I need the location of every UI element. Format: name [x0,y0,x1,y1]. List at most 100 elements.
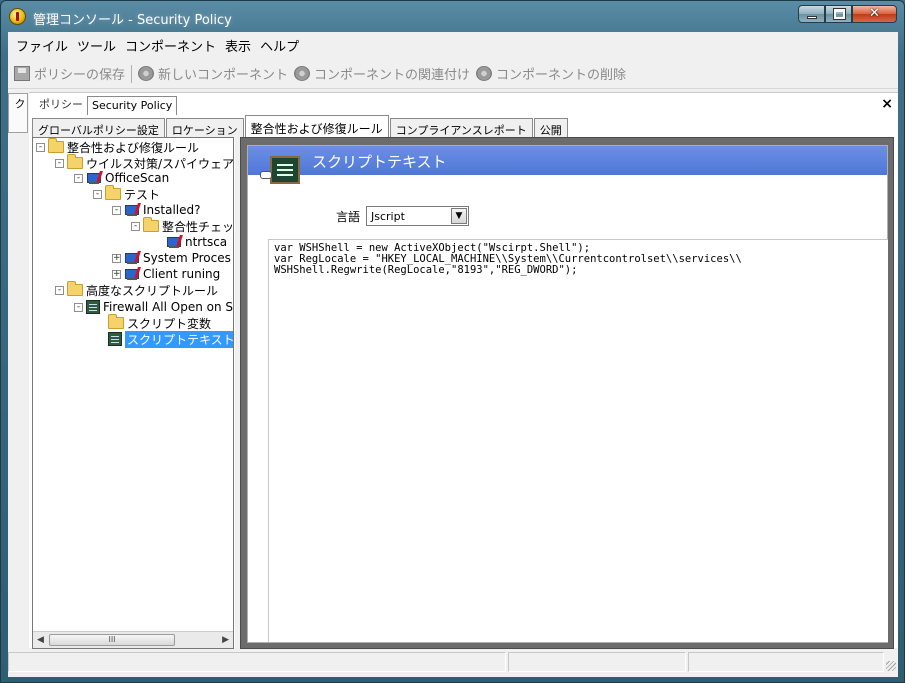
tree-item[interactable]: - 整合性および修復ルール [36,138,200,155]
menu-file[interactable]: ファイル [12,32,73,56]
script-editor[interactable]: var WSHShell = new ActiveXObject("Wscirp… [268,239,888,642]
tree-item[interactable]: + Client runing [112,266,220,282]
tree-item-label: System Proces [143,251,231,265]
document-tab-security-policy[interactable]: Security Policy [87,96,178,115]
status-bar [8,652,898,674]
scroll-left-icon[interactable]: ◀ [37,635,44,645]
collapse-icon[interactable]: - [36,142,45,152]
title-bar[interactable]: 管理コンソール - Security Policy ✕ [1,1,904,33]
expand-icon[interactable]: + [112,269,121,279]
resize-grip-icon[interactable] [886,661,896,671]
tree-item-label: Firewall All Open on St [103,300,233,314]
collapse-icon[interactable]: - [55,285,64,295]
policy-tabs: グローバルポリシー設定 ロケーション 整合性および修復ルール コンプライアンスレ… [32,115,892,137]
tree-item-selected[interactable]: スクリプトテキスト [108,330,233,348]
script-icon [108,332,122,346]
tree-item-label: スクリプト変数 [127,316,212,331]
save-icon [14,66,30,81]
tree-item-label: OfficeScan [105,171,170,185]
collapse-icon[interactable]: - [93,189,102,199]
close-icon: ✕ [869,6,880,21]
check-rule-icon [166,234,183,249]
computer-check-icon [124,250,141,265]
rule-tree: - 整合性および修復ルール - ウイルス対策/スパイウェアル - OfficeS… [33,138,233,632]
tree-item-label: テスト [124,187,161,202]
tree-item-label: Client runing [143,267,221,281]
script-panel: スクリプトテキスト 言語 Jscript ▼ var WSHShell = ne… [247,145,888,643]
delete-component-button[interactable]: コンポーネントの削除 [473,62,629,86]
collapse-icon[interactable]: - [55,158,64,168]
computer-check-icon [124,202,141,217]
tab-global-policy[interactable]: グローバルポリシー設定 [32,118,165,137]
client-area: ファイル ツール コンポーネント 表示 ヘルプ ポリシーの保存 新しいコンポーネ… [8,32,898,677]
app-window: 管理コンソール - Security Policy ✕ ファイル ツール コンポ… [0,0,905,683]
tab-compliance-report[interactable]: コンプライアンスレポート [389,118,533,137]
menu-view[interactable]: 表示 [221,32,256,56]
menu-bar: ファイル ツール コンポーネント 表示 ヘルプ [8,32,898,56]
tab-compliance-rules[interactable]: 整合性および修復ルール [244,115,389,137]
close-window-button[interactable]: ✕ [852,5,897,23]
expand-icon[interactable]: + [112,253,121,263]
gear-icon [138,66,155,81]
tree-item[interactable]: ntrtsca [166,234,227,250]
folder-icon [108,314,124,329]
tree-item[interactable]: スクリプト変数 [108,314,212,331]
language-value: Jscript [371,210,405,223]
task-side-tab[interactable]: タスク [8,93,42,133]
tree-item[interactable]: - 高度なスクリプトルール [55,281,219,298]
minimize-icon [807,16,817,19]
tab-publish[interactable]: 公開 [533,118,568,137]
tab-location[interactable]: ロケーション [165,118,244,137]
tree-item[interactable]: - Installed? [112,202,201,218]
collapse-icon[interactable]: - [74,302,83,312]
window-title: 管理コンソール - Security Policy [33,13,232,28]
new-component-button[interactable]: 新しいコンポーネント [135,62,291,86]
tree-horizontal-scrollbar[interactable]: ◀ III ▶ [33,631,233,648]
maximize-icon [833,8,846,20]
scroll-right-icon[interactable]: ▶ [222,635,229,645]
collapse-icon[interactable]: - [112,205,121,215]
computer-check-icon [124,266,141,281]
document-prefix-label: ポリシー [39,98,83,111]
tree-item[interactable]: - Firewall All Open on St [74,299,233,315]
tree-item-label: ウイルス対策/スパイウェアル [86,156,233,171]
code-line: WSHShell.Regwrite(RegLocale,"8193","REG_… [274,264,578,276]
close-document-icon[interactable]: × [881,96,893,112]
language-label: 言語 [336,209,361,224]
tree-item-label: スクリプトテキスト [125,330,233,348]
tree-item-label: 整合性および修復ルール [67,140,200,155]
status-cell-third [688,652,884,672]
folder-icon [67,281,83,296]
associate-component-label: コンポーネントの関連付け [314,68,471,83]
maximize-button[interactable] [825,5,852,23]
computer-icon [86,170,103,185]
folder-icon [67,154,83,169]
associate-component-button[interactable]: コンポーネントの関連付け [291,62,473,86]
tree-item-label: ntrtsca [185,235,228,249]
language-select[interactable]: Jscript ▼ [366,206,470,226]
menu-help[interactable]: ヘルプ [256,32,304,56]
minimize-button[interactable] [798,5,825,23]
tree-item[interactable]: + System Proces [112,250,231,266]
pointer-hand-icon [260,171,272,179]
toolbar: ポリシーの保存 新しいコンポーネント コンポーネントの関連付け コンポーネントの… [8,59,898,89]
folder-icon [48,138,64,153]
folder-icon [105,185,121,200]
tree-item[interactable]: - ウイルス対策/スパイウェアル [55,154,233,171]
save-policy-button[interactable]: ポリシーの保存 [11,62,128,86]
tree-item-label: 高度なスクリプトルール [86,283,219,298]
panel-title: スクリプトテキスト [312,153,447,171]
menu-component[interactable]: コンポーネント [121,32,221,56]
scroll-thumb[interactable]: III [49,634,175,646]
new-component-label: 新しいコンポーネント [158,68,289,83]
chevron-down-icon[interactable]: ▼ [451,208,468,224]
gear-icon [294,66,311,81]
tree-item[interactable]: - テスト [93,185,161,202]
menu-tools[interactable]: ツール [73,32,121,56]
collapse-icon[interactable]: - [74,173,83,183]
tree-item[interactable]: - OfficeScan [74,170,169,186]
caption-buttons: ✕ [798,5,897,23]
tree-item[interactable]: - 整合性チェッ [131,217,233,234]
collapse-icon[interactable]: - [131,221,140,231]
folder-icon [143,217,159,232]
